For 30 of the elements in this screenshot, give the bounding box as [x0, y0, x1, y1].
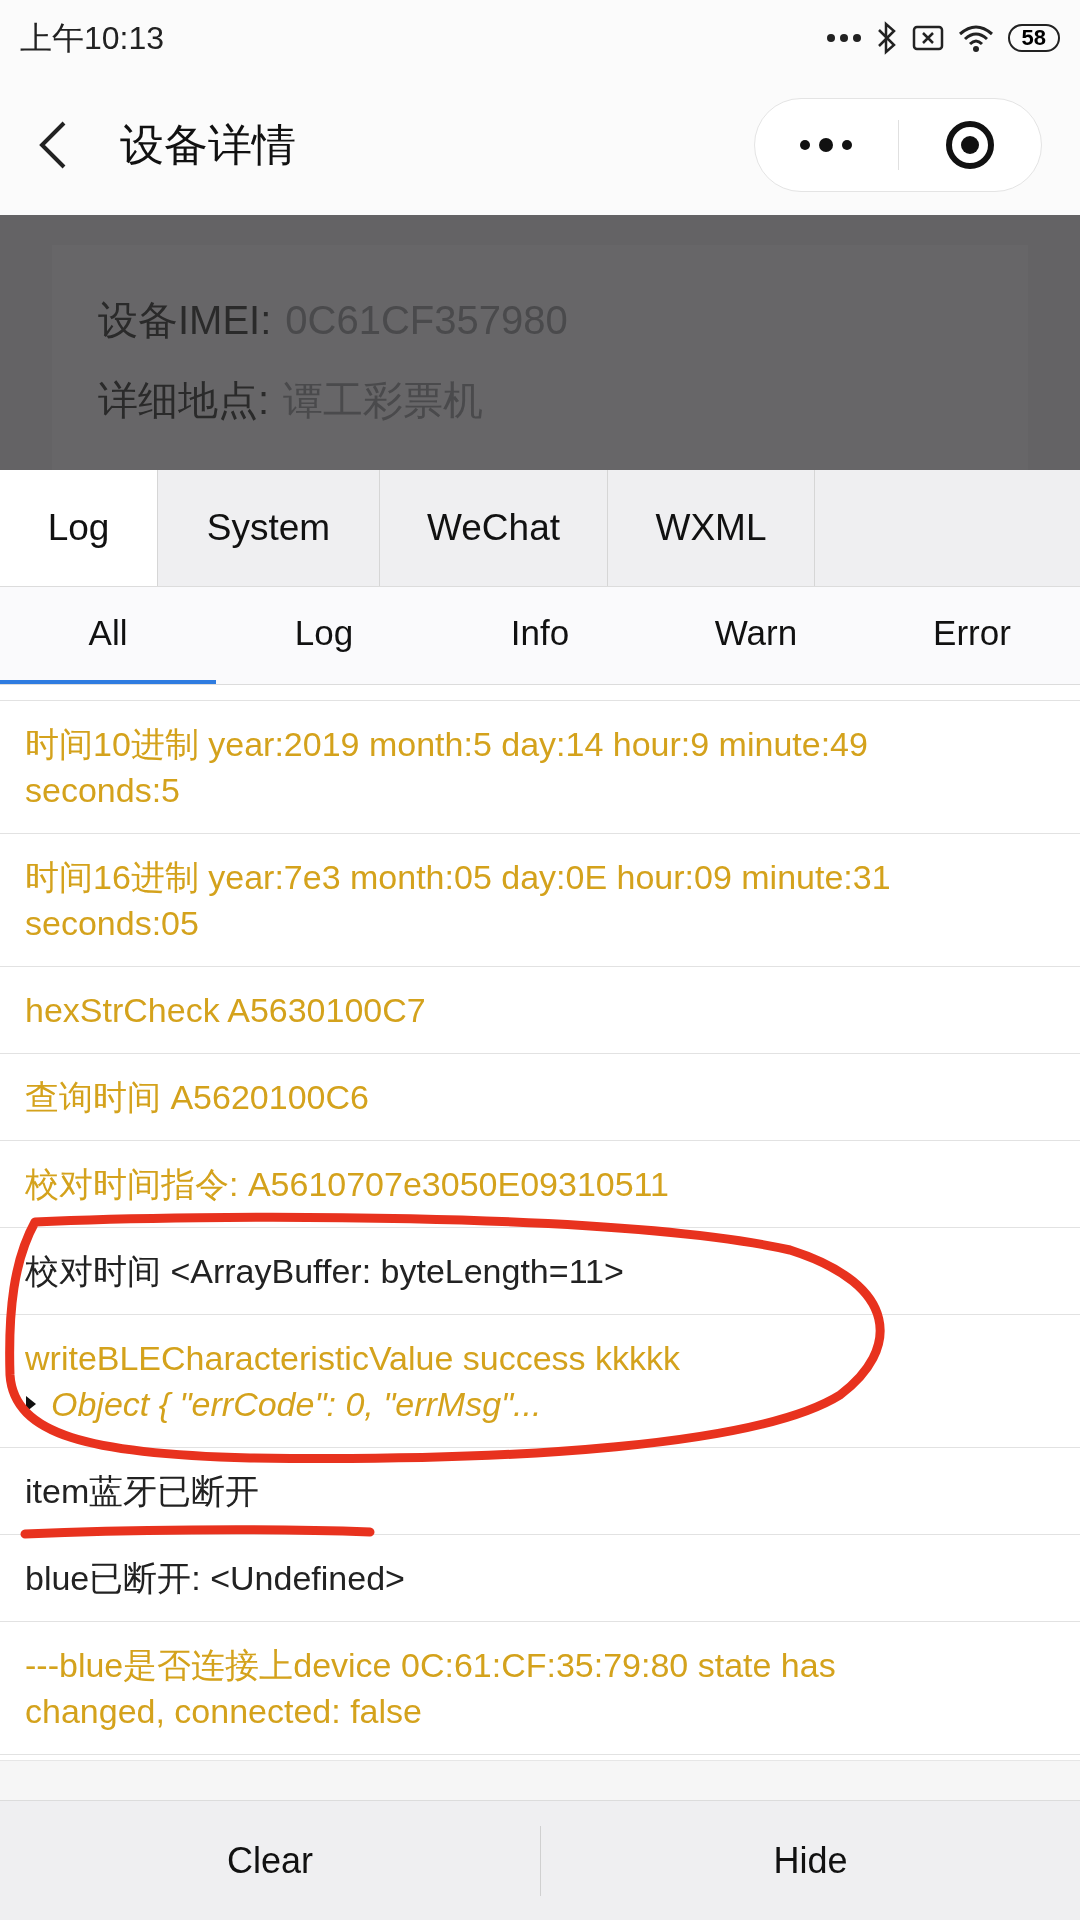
- field-label: 设备IMEI:: [98, 297, 272, 344]
- log-text: 查询时间 A5620100C6: [25, 1077, 370, 1118]
- more-dots-icon: [825, 32, 862, 43]
- hide-button[interactable]: Hide: [541, 1801, 1080, 1920]
- close-icon[interactable]: [943, 119, 996, 171]
- filter-tab[interactable]: Log: [216, 587, 432, 684]
- clear-button[interactable]: Clear: [0, 1801, 540, 1920]
- bluetooth-icon: [875, 20, 898, 55]
- filter-tab[interactable]: Warn: [648, 587, 864, 684]
- more-icon[interactable]: [798, 138, 855, 152]
- log-text: writeBLECharacteristicValue success kkkkk: [25, 1338, 682, 1379]
- field-label: 详细地点:: [98, 377, 270, 424]
- page-title: 设备详情: [120, 119, 296, 171]
- log-text: hexStrCheck A5630100C7: [25, 990, 427, 1031]
- back-icon[interactable]: [38, 120, 68, 170]
- log-text: 校对时间 <ArrayBuffer: byteLength=11>: [25, 1251, 625, 1292]
- log-text: 时间10进制 year:2019 month:5 day:14 hour:9 minute:49 seconds:5: [25, 724, 869, 811]
- log-text: ---blue是否连接上device 0C:61:CF:35:79:80 state has changed, connected: false: [25, 1645, 837, 1732]
- wifi-icon: [957, 23, 994, 52]
- log-text: blue已断开: <Undefined>: [25, 1558, 406, 1599]
- status-time: 上午10:13: [20, 18, 165, 58]
- filter-tab[interactable]: Info: [432, 587, 648, 684]
- sim-icon: [911, 24, 944, 51]
- tab[interactable]: Log: [0, 470, 158, 586]
- log-text: item蓝牙已断开: [25, 1471, 261, 1512]
- filter-tab[interactable]: Error: [864, 587, 1080, 684]
- log-text: 校对时间指令: A5610707e3050E09310511: [25, 1164, 670, 1205]
- log-text: 时间16进制 year:7e3 month:05 day:0E hour:09 minute:31 seconds:05: [25, 857, 892, 944]
- filter-tab[interactable]: All: [0, 587, 216, 684]
- battery-indicator: 58: [1007, 23, 1060, 52]
